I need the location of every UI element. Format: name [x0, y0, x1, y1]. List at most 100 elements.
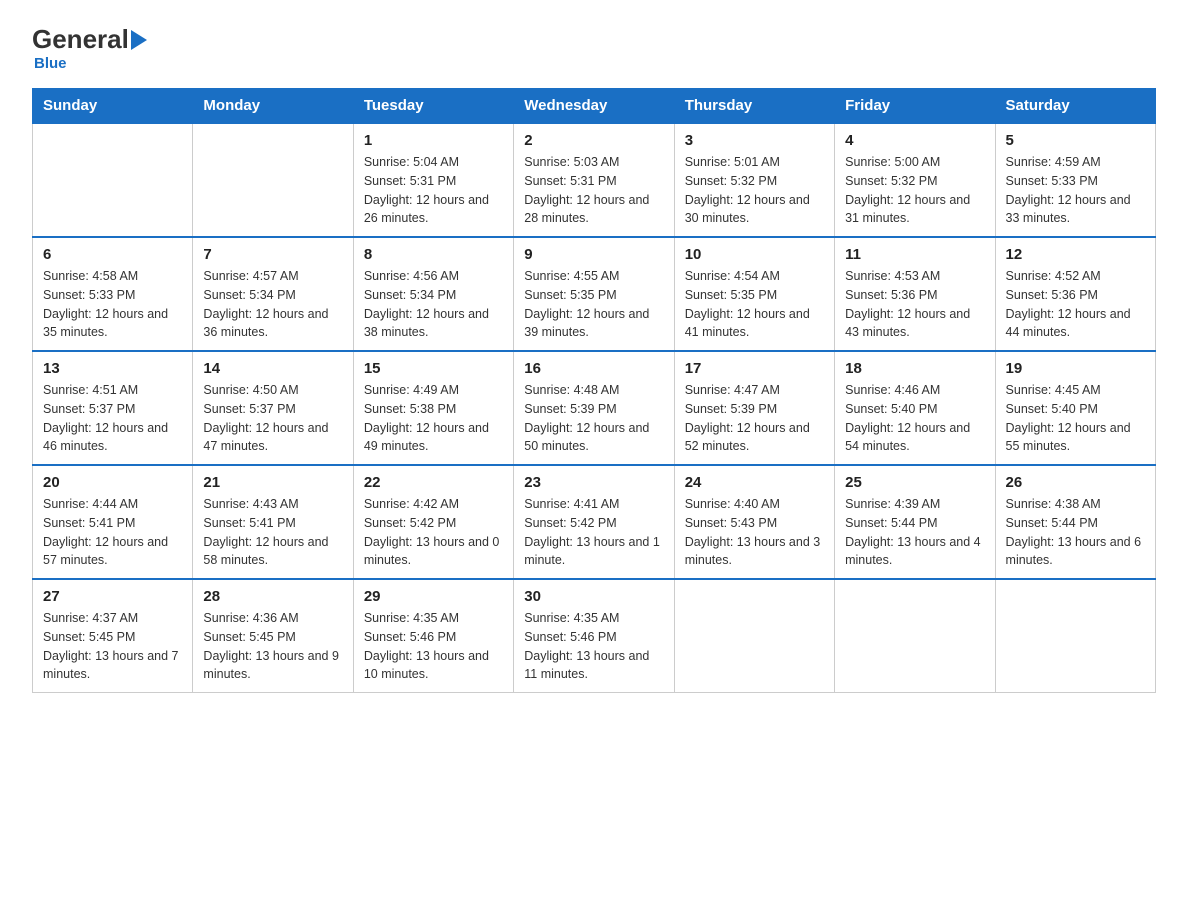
day-info: Sunrise: 4:44 AMSunset: 5:41 PMDaylight:… — [43, 495, 182, 570]
day-number: 13 — [43, 360, 182, 377]
logo-blue-text: Blue — [34, 55, 67, 72]
calendar-cell: 26 Sunrise: 4:38 AMSunset: 5:44 PMDayligh… — [995, 465, 1155, 579]
day-number: 14 — [203, 360, 342, 377]
col-tuesday: Tuesday — [353, 89, 513, 124]
calendar-cell: 20 Sunrise: 4:44 AMSunset: 5:41 PMDayligh… — [33, 465, 193, 579]
calendar-cell: 13 Sunrise: 4:51 AMSunset: 5:37 PMDayligh… — [33, 351, 193, 465]
day-info: Sunrise: 4:51 AMSunset: 5:37 PMDaylight:… — [43, 381, 182, 456]
day-info: Sunrise: 4:43 AMSunset: 5:41 PMDaylight:… — [203, 495, 342, 570]
calendar-cell: 18Sunrise: 4:46 AMSunset: 5:40 PMDayligh… — [835, 351, 995, 465]
day-number: 18 — [845, 360, 984, 377]
calendar-cell: 22Sunrise: 4:42 AMSunset: 5:42 PMDayligh… — [353, 465, 513, 579]
day-number: 24 — [685, 474, 824, 491]
day-info: Sunrise: 4:48 AMSunset: 5:39 PMDaylight:… — [524, 381, 663, 456]
day-number: 30 — [524, 588, 663, 605]
day-info: Sunrise: 4:41 AMSunset: 5:42 PMDaylight:… — [524, 495, 663, 570]
day-info: Sunrise: 4:42 AMSunset: 5:42 PMDaylight:… — [364, 495, 503, 570]
calendar-cell: 23 Sunrise: 4:41 AMSunset: 5:42 PMDayligh… — [514, 465, 674, 579]
calendar-cell: 21 Sunrise: 4:43 AMSunset: 5:41 PMDayligh… — [193, 465, 353, 579]
day-info: Sunrise: 4:39 AMSunset: 5:44 PMDaylight:… — [845, 495, 984, 570]
calendar-cell: 19 Sunrise: 4:45 AMSunset: 5:40 PMDayligh… — [995, 351, 1155, 465]
header: General Blue — [32, 24, 1156, 72]
day-number: 15 — [364, 360, 503, 377]
day-number: 16 — [524, 360, 663, 377]
col-saturday: Saturday — [995, 89, 1155, 124]
day-info: Sunrise: 4:54 AMSunset: 5:35 PMDaylight:… — [685, 267, 824, 342]
col-sunday: Sunday — [33, 89, 193, 124]
calendar-week-row: 13 Sunrise: 4:51 AMSunset: 5:37 PMDayligh… — [33, 351, 1156, 465]
calendar-cell: 8 Sunrise: 4:56 AMSunset: 5:34 PMDaylight… — [353, 237, 513, 351]
calendar-cell: 27 Sunrise: 4:37 AMSunset: 5:45 PMDayligh… — [33, 579, 193, 693]
day-number: 19 — [1006, 360, 1145, 377]
day-number: 3 — [685, 132, 824, 149]
calendar-cell: 14Sunrise: 4:50 AMSunset: 5:37 PMDayligh… — [193, 351, 353, 465]
day-number: 17 — [685, 360, 824, 377]
calendar-cell — [674, 579, 834, 693]
day-info: Sunrise: 4:53 AMSunset: 5:36 PMDaylight:… — [845, 267, 984, 342]
calendar-cell: 9Sunrise: 4:55 AMSunset: 5:35 PMDaylight… — [514, 237, 674, 351]
day-number: 5 — [1006, 132, 1145, 149]
calendar-cell: 3 Sunrise: 5:01 AMSunset: 5:32 PMDaylight… — [674, 123, 834, 237]
day-number: 7 — [203, 246, 342, 263]
logo-arrow-icon — [131, 30, 147, 50]
calendar-cell: 7 Sunrise: 4:57 AMSunset: 5:34 PMDaylight… — [193, 237, 353, 351]
day-info: Sunrise: 4:35 AMSunset: 5:46 PMDaylight:… — [364, 609, 503, 684]
day-info: Sunrise: 5:04 AMSunset: 5:31 PMDaylight:… — [364, 153, 503, 228]
col-friday: Friday — [835, 89, 995, 124]
calendar-body: 1Sunrise: 5:04 AMSunset: 5:31 PMDaylight… — [33, 123, 1156, 693]
calendar-cell: 1Sunrise: 5:04 AMSunset: 5:31 PMDaylight… — [353, 123, 513, 237]
calendar-week-row: 1Sunrise: 5:04 AMSunset: 5:31 PMDaylight… — [33, 123, 1156, 237]
calendar-table: Sunday Monday Tuesday Wednesday Thursday… — [32, 88, 1156, 693]
day-number: 20 — [43, 474, 182, 491]
calendar-cell: 29 Sunrise: 4:35 AMSunset: 5:46 PMDayligh… — [353, 579, 513, 693]
calendar-cell — [33, 123, 193, 237]
day-info: Sunrise: 4:47 AMSunset: 5:39 PMDaylight:… — [685, 381, 824, 456]
logo-general-text: General — [32, 24, 129, 55]
calendar-cell — [835, 579, 995, 693]
day-number: 27 — [43, 588, 182, 605]
day-info: Sunrise: 4:37 AMSunset: 5:45 PMDaylight:… — [43, 609, 182, 684]
day-number: 23 — [524, 474, 663, 491]
calendar-week-row: 6Sunrise: 4:58 AMSunset: 5:33 PMDaylight… — [33, 237, 1156, 351]
calendar-week-row: 20 Sunrise: 4:44 AMSunset: 5:41 PMDayligh… — [33, 465, 1156, 579]
day-number: 26 — [1006, 474, 1145, 491]
day-info: Sunrise: 4:45 AMSunset: 5:40 PMDaylight:… — [1006, 381, 1145, 456]
day-info: Sunrise: 4:38 AMSunset: 5:44 PMDaylight:… — [1006, 495, 1145, 570]
calendar-cell: 25 Sunrise: 4:39 AMSunset: 5:44 PMDayligh… — [835, 465, 995, 579]
day-info: Sunrise: 4:49 AMSunset: 5:38 PMDaylight:… — [364, 381, 503, 456]
day-number: 4 — [845, 132, 984, 149]
calendar-cell: 24 Sunrise: 4:40 AMSunset: 5:43 PMDayligh… — [674, 465, 834, 579]
calendar-cell: 4 Sunrise: 5:00 AMSunset: 5:32 PMDaylight… — [835, 123, 995, 237]
col-thursday: Thursday — [674, 89, 834, 124]
day-info: Sunrise: 4:35 AMSunset: 5:46 PMDaylight:… — [524, 609, 663, 684]
day-number: 29 — [364, 588, 503, 605]
day-number: 21 — [203, 474, 342, 491]
day-number: 28 — [203, 588, 342, 605]
header-row: Sunday Monday Tuesday Wednesday Thursday… — [33, 89, 1156, 124]
logo: General Blue — [32, 24, 147, 72]
day-info: Sunrise: 4:57 AMSunset: 5:34 PMDaylight:… — [203, 267, 342, 342]
day-info: Sunrise: 5:01 AMSunset: 5:32 PMDaylight:… — [685, 153, 824, 228]
day-number: 10 — [685, 246, 824, 263]
calendar-cell — [193, 123, 353, 237]
calendar-cell: 28Sunrise: 4:36 AMSunset: 5:45 PMDayligh… — [193, 579, 353, 693]
day-info: Sunrise: 5:03 AMSunset: 5:31 PMDaylight:… — [524, 153, 663, 228]
calendar-cell: 2 Sunrise: 5:03 AMSunset: 5:31 PMDaylight… — [514, 123, 674, 237]
calendar-cell: 30 Sunrise: 4:35 AMSunset: 5:46 PMDayligh… — [514, 579, 674, 693]
day-number: 12 — [1006, 246, 1145, 263]
day-info: Sunrise: 4:59 AMSunset: 5:33 PMDaylight:… — [1006, 153, 1145, 228]
day-number: 2 — [524, 132, 663, 149]
calendar-cell: 10 Sunrise: 4:54 AMSunset: 5:35 PMDayligh… — [674, 237, 834, 351]
day-info: Sunrise: 4:40 AMSunset: 5:43 PMDaylight:… — [685, 495, 824, 570]
day-number: 8 — [364, 246, 503, 263]
calendar-header: Sunday Monday Tuesday Wednesday Thursday… — [33, 89, 1156, 124]
calendar-cell: 17 Sunrise: 4:47 AMSunset: 5:39 PMDayligh… — [674, 351, 834, 465]
day-number: 25 — [845, 474, 984, 491]
calendar-cell — [995, 579, 1155, 693]
calendar-cell: 12Sunrise: 4:52 AMSunset: 5:36 PMDayligh… — [995, 237, 1155, 351]
calendar-cell: 5 Sunrise: 4:59 AMSunset: 5:33 PMDaylight… — [995, 123, 1155, 237]
col-wednesday: Wednesday — [514, 89, 674, 124]
day-info: Sunrise: 5:00 AMSunset: 5:32 PMDaylight:… — [845, 153, 984, 228]
day-info: Sunrise: 4:56 AMSunset: 5:34 PMDaylight:… — [364, 267, 503, 342]
calendar-cell: 6Sunrise: 4:58 AMSunset: 5:33 PMDaylight… — [33, 237, 193, 351]
